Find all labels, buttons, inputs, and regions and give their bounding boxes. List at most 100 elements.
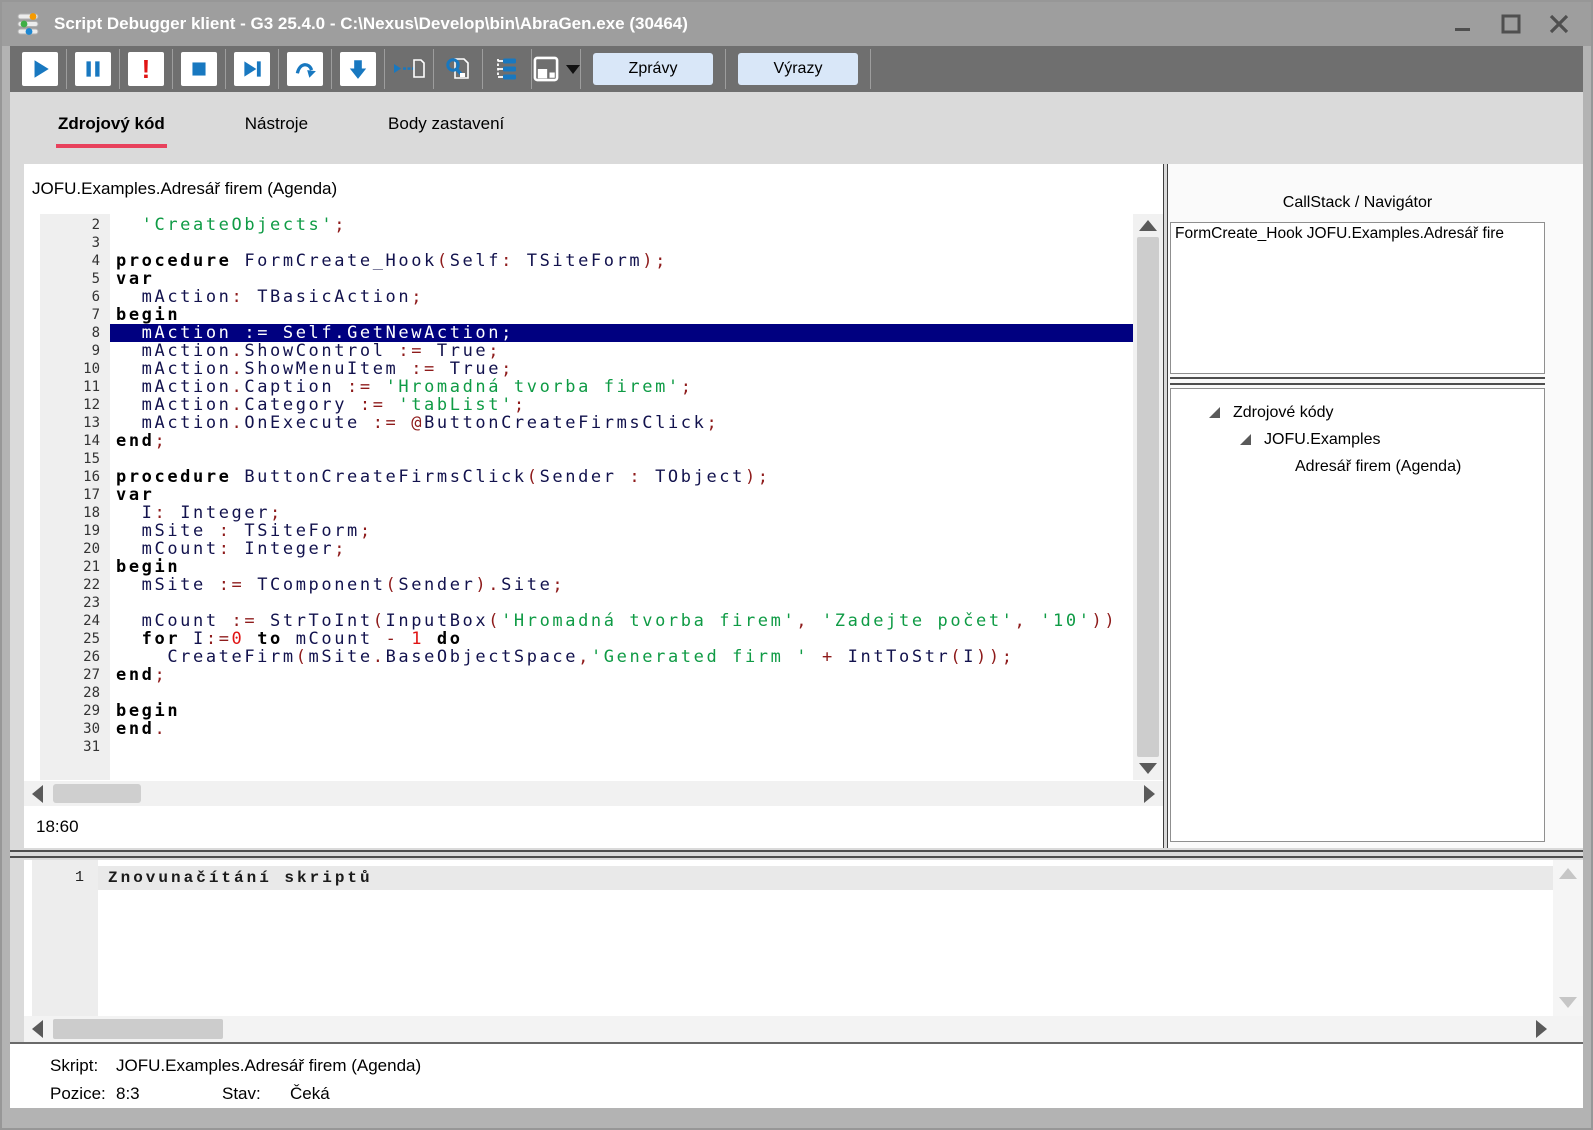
line-number[interactable]: 30 [24, 720, 110, 738]
code-line[interactable]: 31 [24, 738, 1133, 756]
editor-vscroll-thumb[interactable] [1137, 237, 1159, 757]
line-number[interactable]: 12 [24, 396, 110, 414]
messages-splitter[interactable] [10, 850, 1583, 858]
line-number[interactable]: 15 [24, 450, 110, 468]
line-number[interactable]: 6 [24, 288, 110, 306]
line-number[interactable]: 9 [24, 342, 110, 360]
tree-item-zdrojov-k-dy[interactable]: Zdrojové kódy [1171, 399, 1544, 426]
line-number[interactable]: 29 [24, 702, 110, 720]
editor-hscroll-thumb[interactable] [53, 784, 141, 803]
line-number[interactable]: 21 [24, 558, 110, 576]
expand-triangle-icon[interactable] [1240, 434, 1251, 445]
code-line[interactable]: 11 mAction.Caption := 'Hromadná tvorba f… [24, 378, 1133, 396]
code-line[interactable]: 13 mAction.OnExecute := @ButtonCreateFir… [24, 414, 1133, 432]
editor-horizontal-scrollbar[interactable] [24, 781, 1163, 806]
message-line[interactable]: 1Znovunačítání skriptů [24, 866, 1553, 890]
line-number[interactable]: 18 [24, 504, 110, 522]
close-button[interactable] [1547, 12, 1571, 36]
pause-button[interactable] [75, 52, 111, 86]
code-line[interactable]: 2 'CreateObjects'; [24, 216, 1133, 234]
line-number[interactable]: 8 [24, 324, 110, 342]
scroll-up-arrow-icon[interactable] [1139, 220, 1157, 231]
callstack-list[interactable]: FormCreate_Hook JOFU.Examples.Adresář fi… [1170, 222, 1545, 374]
line-number[interactable]: 24 [24, 612, 110, 630]
messages-vertical-scrollbar[interactable] [1553, 860, 1583, 1016]
code-line[interactable]: 24 mCount := StrToInt(InputBox('Hromadná… [24, 612, 1133, 630]
code-editor[interactable]: 2 'CreateObjects';34procedure FormCreate… [24, 214, 1133, 780]
scroll-left-arrow-icon[interactable] [32, 1020, 43, 1038]
find-button[interactable] [437, 52, 479, 86]
line-number[interactable]: 31 [24, 738, 110, 756]
messages-toggle-button[interactable]: Zprávy [593, 53, 713, 85]
code-line[interactable]: 5var [24, 270, 1133, 288]
code-line[interactable]: 23 [24, 594, 1133, 612]
step-next-button[interactable] [234, 52, 270, 86]
code-line[interactable]: 19 mSite : TSiteForm; [24, 522, 1133, 540]
line-number[interactable]: 19 [24, 522, 110, 540]
code-line[interactable]: 30end. [24, 720, 1133, 738]
code-line[interactable]: 3 [24, 234, 1133, 252]
line-number[interactable]: 22 [24, 576, 110, 594]
scroll-down-arrow-icon[interactable] [1139, 763, 1157, 774]
line-number[interactable]: 3 [24, 234, 110, 252]
code-line[interactable]: 16procedure ButtonCreateFirmsClick(Sende… [24, 468, 1133, 486]
scroll-right-arrow-icon[interactable] [1536, 1020, 1547, 1038]
code-line[interactable]: 21begin [24, 558, 1133, 576]
code-line[interactable]: 18 I: Integer; [24, 504, 1133, 522]
tab-n-stroje[interactable]: Nástroje [245, 106, 308, 150]
code-line[interactable]: 10 mAction.ShowMenuItem := True; [24, 360, 1133, 378]
break-button[interactable]: ! [128, 52, 164, 86]
code-line[interactable]: 12 mAction.Category := 'tabList'; [24, 396, 1133, 414]
tree-item-adres-firem-agenda-[interactable]: Adresář firem (Agenda) [1171, 453, 1544, 480]
tab-zdrojov-k-d[interactable]: Zdrojový kód [58, 106, 165, 150]
code-line[interactable]: 4procedure FormCreate_Hook(Self: TSiteFo… [24, 252, 1133, 270]
code-line[interactable]: 8 mAction := Self.GetNewAction; [24, 324, 1133, 342]
messages-horizontal-scrollbar[interactable] [24, 1016, 1583, 1042]
code-line[interactable]: 7begin [24, 306, 1133, 324]
callstack-item[interactable]: FormCreate_Hook JOFU.Examples.Adresář fi… [1175, 225, 1544, 243]
step-over-button[interactable] [287, 52, 323, 86]
code-line[interactable]: 14end; [24, 432, 1133, 450]
line-number[interactable]: 27 [24, 666, 110, 684]
scroll-left-arrow-icon[interactable] [32, 785, 43, 803]
code-line[interactable]: 22 mSite := TComponent(Sender).Site; [24, 576, 1133, 594]
panel-splitter[interactable] [1170, 377, 1545, 385]
run-button[interactable] [22, 52, 58, 86]
line-number[interactable]: 14 [24, 432, 110, 450]
code-line[interactable]: 26 CreateFirm(mSite.BaseObjectSpace,'Gen… [24, 648, 1133, 666]
code-line[interactable]: 6 mAction: TBasicAction; [24, 288, 1133, 306]
scroll-down-arrow-icon[interactable] [1559, 997, 1577, 1008]
line-number[interactable]: 2 [24, 216, 110, 234]
line-number[interactable]: 10 [24, 360, 110, 378]
line-number[interactable]: 16 [24, 468, 110, 486]
code-line[interactable]: 17var [24, 486, 1133, 504]
tree-item-jofu-examples[interactable]: JOFU.Examples [1171, 426, 1544, 453]
line-number[interactable]: 5 [24, 270, 110, 288]
line-number[interactable]: 13 [24, 414, 110, 432]
line-number[interactable]: 17 [24, 486, 110, 504]
window-select-button[interactable] [535, 52, 577, 86]
code-line[interactable]: 9 mAction.ShowControl := True; [24, 342, 1133, 360]
code-line[interactable]: 27end; [24, 666, 1133, 684]
tab-body-zastaven-[interactable]: Body zastavení [388, 106, 504, 150]
maximize-button[interactable] [1499, 12, 1523, 36]
stop-button[interactable] [181, 52, 217, 86]
scroll-right-arrow-icon[interactable] [1144, 785, 1155, 803]
code-line[interactable]: 20 mCount: Integer; [24, 540, 1133, 558]
minimize-button[interactable] [1451, 12, 1475, 36]
code-line[interactable]: 15 [24, 450, 1133, 468]
messages-list[interactable]: 1Znovunačítání skriptů [24, 860, 1553, 1016]
line-number[interactable]: 11 [24, 378, 110, 396]
structure-button[interactable] [486, 52, 528, 86]
step-out-button[interactable] [340, 52, 376, 86]
source-tree[interactable]: Zdrojové kódyJOFU.ExamplesAdresář firem … [1170, 388, 1545, 842]
code-line[interactable]: 28 [24, 684, 1133, 702]
line-number[interactable]: 7 [24, 306, 110, 324]
run-to-cursor-button[interactable] [388, 52, 430, 86]
code-line[interactable]: 25 for I:=0 to mCount - 1 do [24, 630, 1133, 648]
line-number[interactable]: 26 [24, 648, 110, 666]
line-number[interactable]: 28 [24, 684, 110, 702]
editor-vertical-scrollbar[interactable] [1133, 214, 1163, 780]
messages-hscroll-thumb[interactable] [53, 1019, 223, 1039]
line-number[interactable]: 20 [24, 540, 110, 558]
